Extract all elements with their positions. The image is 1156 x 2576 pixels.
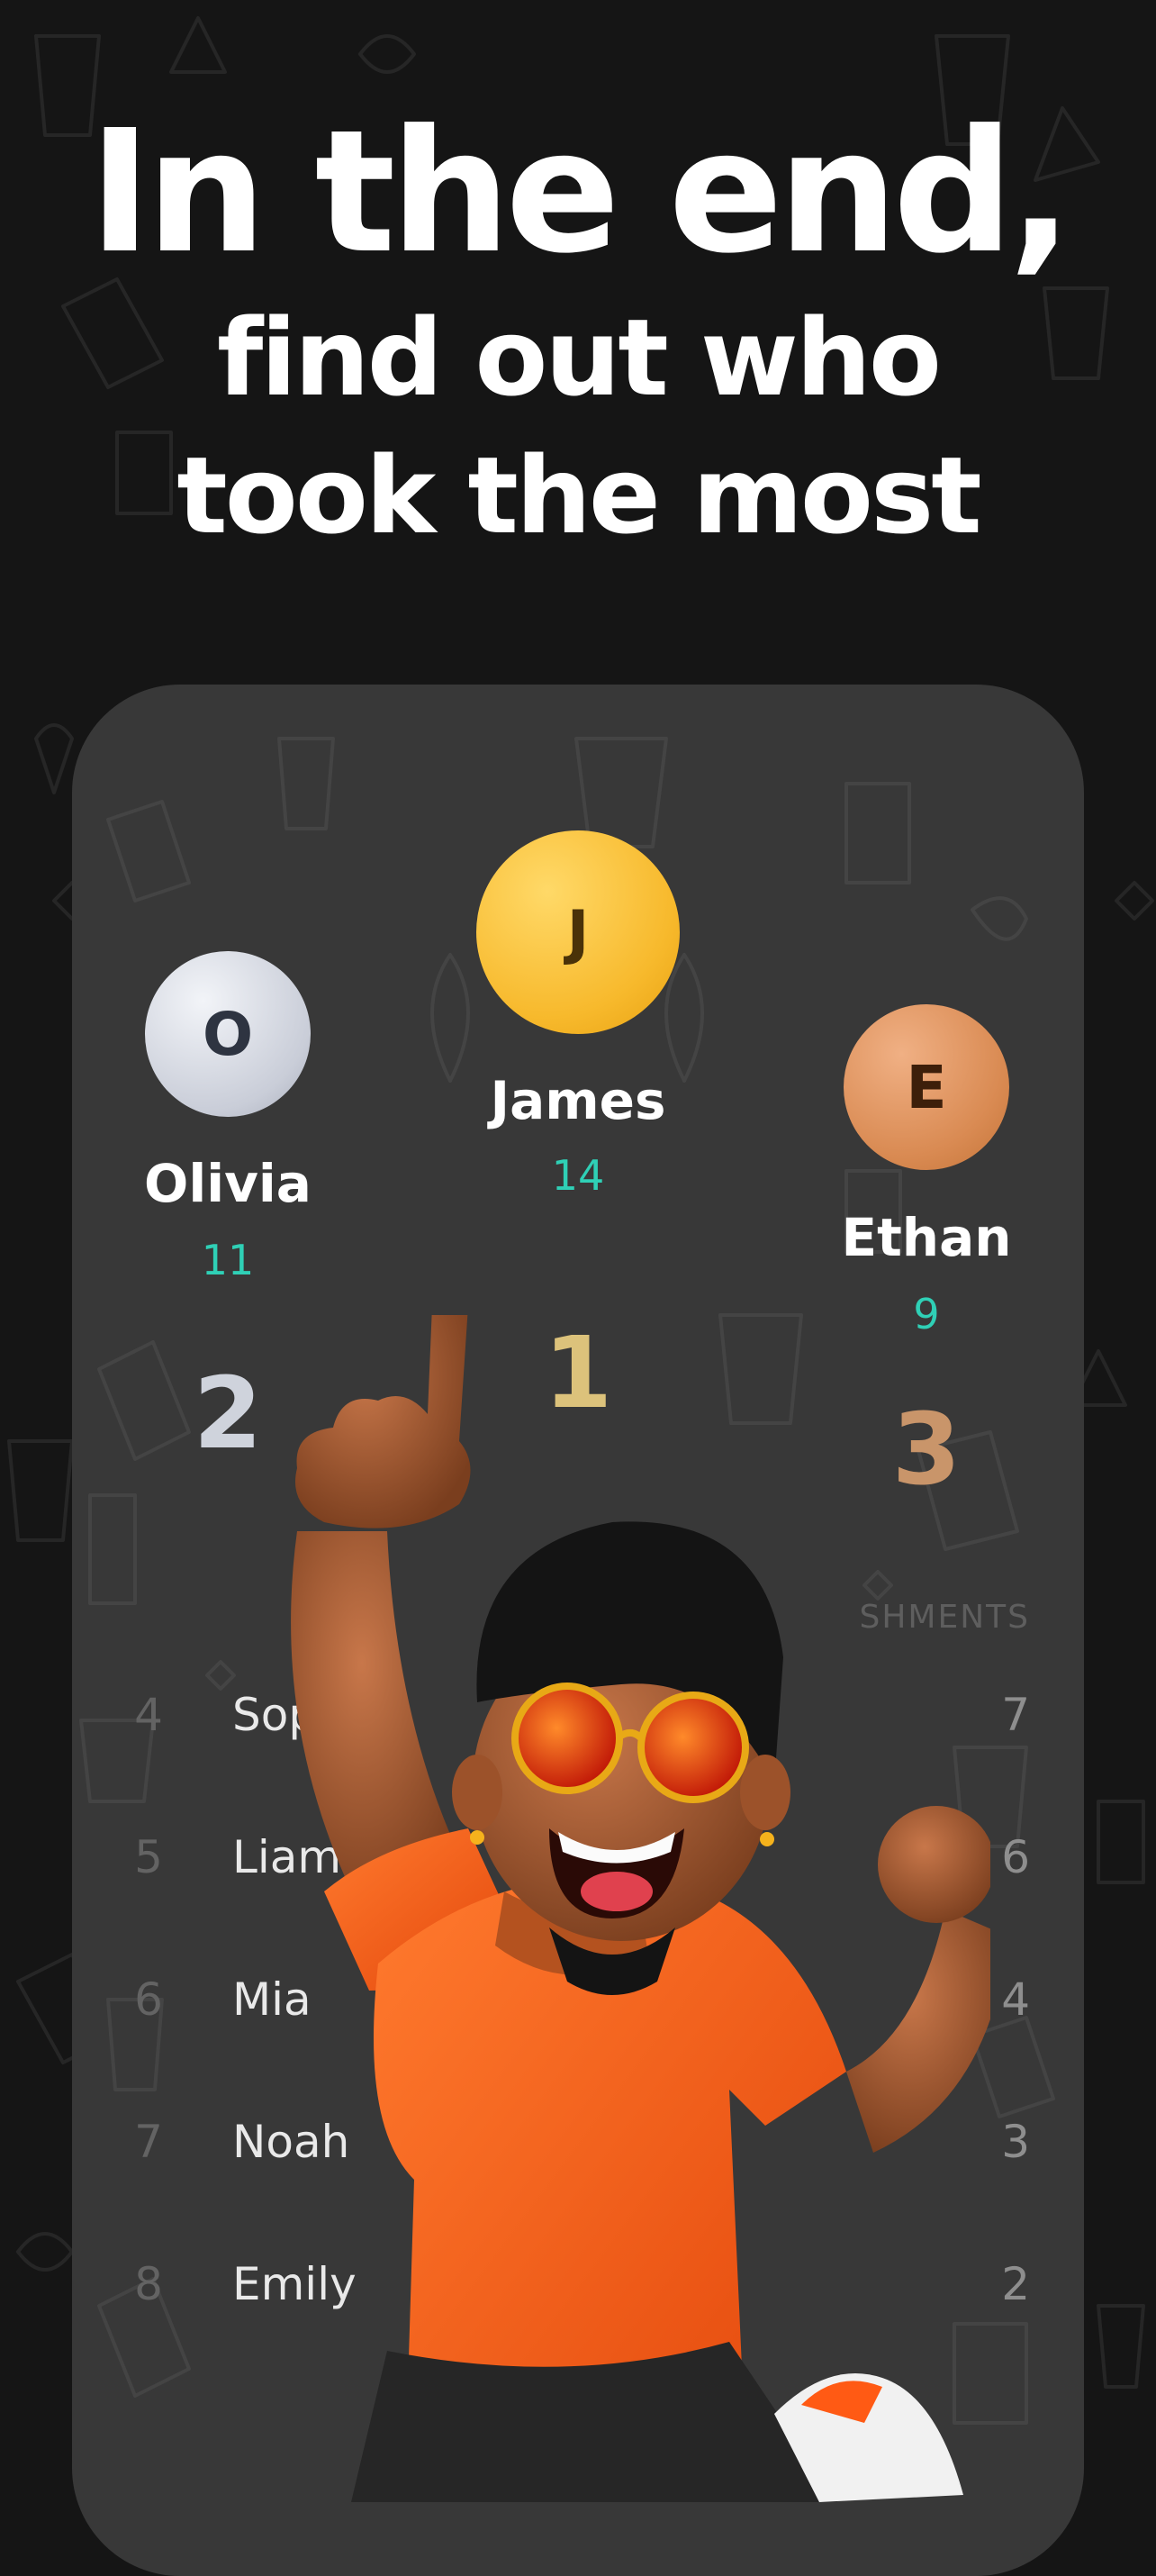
headline-line-3: took the most xyxy=(176,433,981,558)
row-rank: 8 xyxy=(134,2258,163,2310)
row-rank: 6 xyxy=(134,1973,163,2026)
avatar-initial: J xyxy=(566,897,590,967)
row-count: 3 xyxy=(1001,2116,1030,2168)
podium-name-second: Olivia xyxy=(144,1153,312,1214)
podium-name-first: James xyxy=(490,1070,666,1131)
podium-score-second: 11 xyxy=(201,1236,255,1284)
row-count: 6 xyxy=(1001,1831,1030,1883)
row-count: 4 xyxy=(1001,1973,1030,2026)
row-rank: 7 xyxy=(134,2116,163,2168)
avatar-ethan: E xyxy=(844,1004,1009,1170)
avatar-olivia: O xyxy=(145,951,311,1117)
podium-name-third: Ethan xyxy=(841,1207,1012,1268)
row-count: 7 xyxy=(1001,1689,1030,1741)
headline: In the end, find out who took the most xyxy=(0,108,1156,568)
row-rank: 4 xyxy=(134,1689,163,1741)
avatar-initial: O xyxy=(202,999,254,1069)
avatar-initial: E xyxy=(906,1052,947,1122)
row-count: 2 xyxy=(1001,2258,1030,2310)
avatar-james: J xyxy=(476,830,680,1034)
celebrating-character-illustration xyxy=(291,1315,990,2502)
podium-score-first: 14 xyxy=(551,1151,605,1200)
headline-line-2: find out who xyxy=(217,295,942,420)
headline-line-1: In the end, xyxy=(88,94,1072,291)
row-rank: 5 xyxy=(134,1831,163,1883)
